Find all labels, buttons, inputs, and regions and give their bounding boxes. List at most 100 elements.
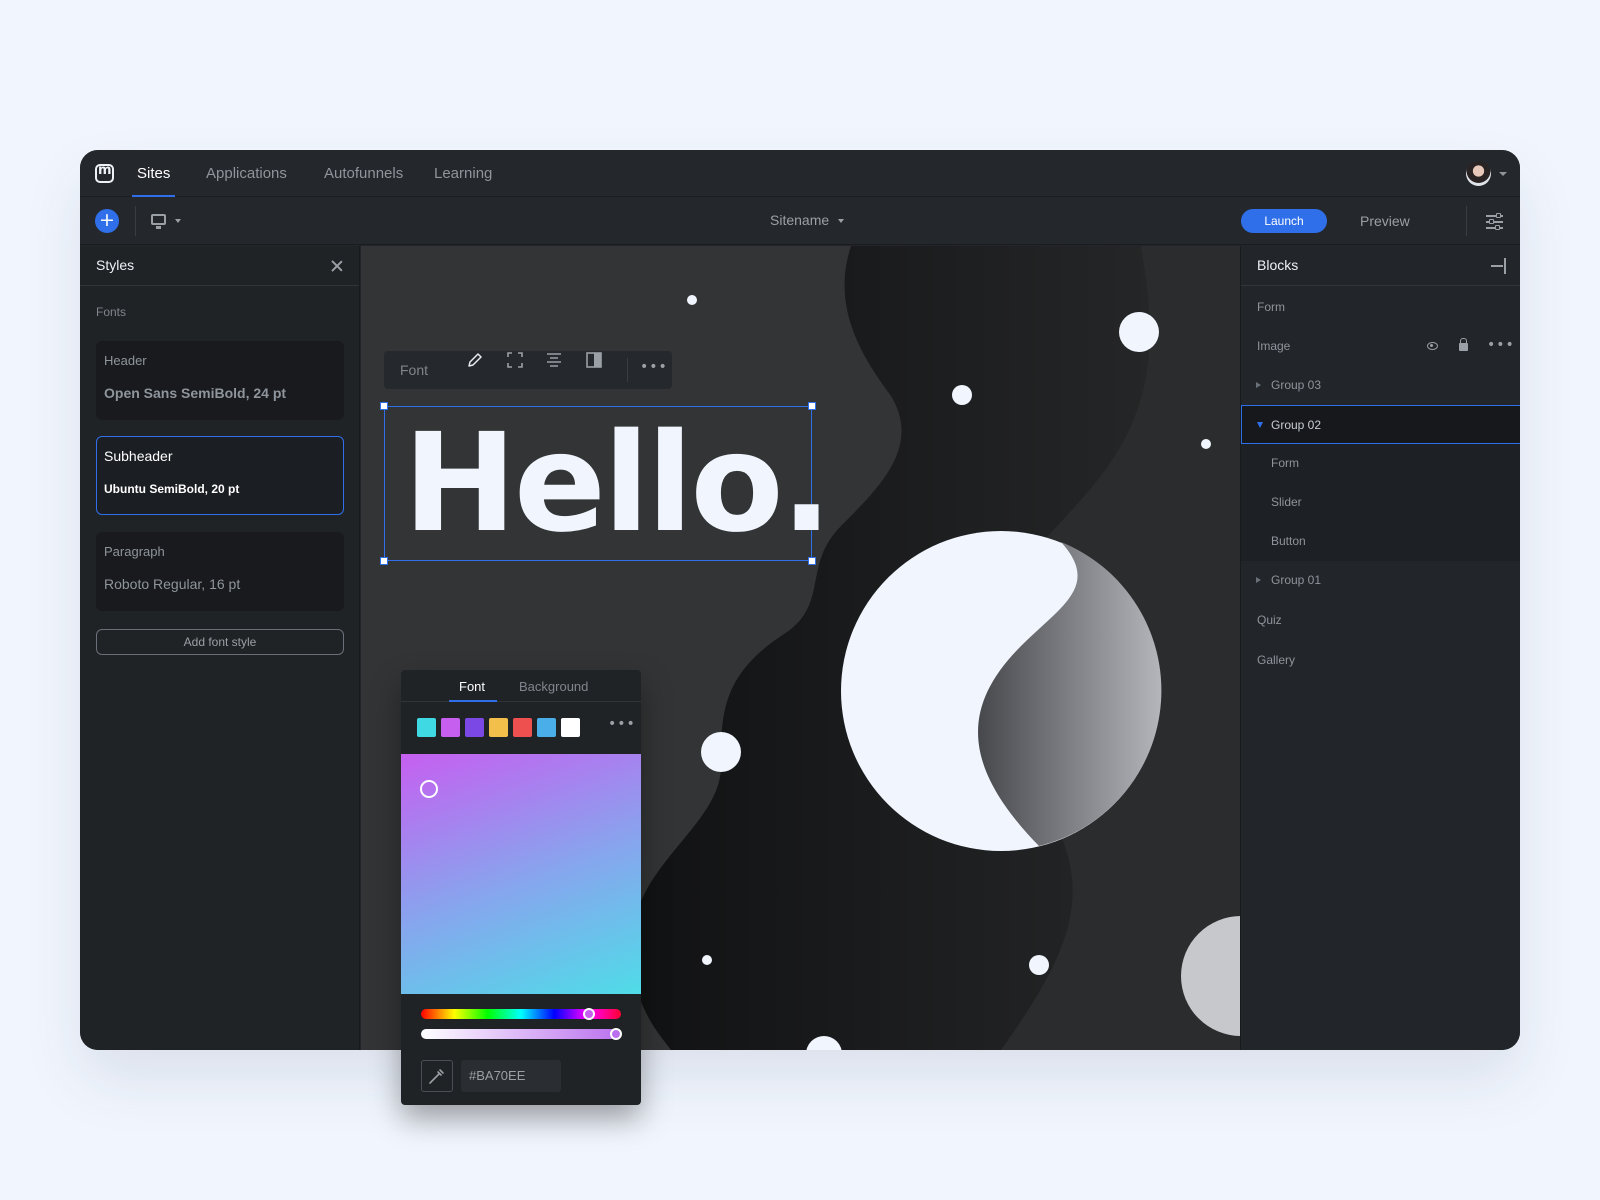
dot: [1119, 312, 1159, 352]
divider: [135, 206, 136, 236]
layer-item-group-01[interactable]: Group 01: [1241, 561, 1520, 600]
nav-tab-learning[interactable]: Learning: [434, 165, 492, 182]
panel-title: Blocks: [1257, 257, 1299, 273]
blocks-panel-header: Blocks: [1241, 246, 1520, 286]
dot: [702, 955, 712, 965]
hue-slider[interactable]: [421, 1008, 621, 1020]
desktop-icon[interactable]: [151, 214, 166, 229]
layer-item-form-child[interactable]: Form: [1241, 444, 1520, 483]
dot: [701, 732, 741, 772]
tab-active-indicator: [449, 700, 497, 702]
divider: [627, 358, 628, 382]
collapse-panel-icon[interactable]: [1491, 258, 1507, 274]
font-style-value: Open Sans SemiBold, 24 pt: [104, 385, 287, 401]
dot: [1029, 955, 1049, 975]
color-swatch[interactable]: [417, 718, 436, 737]
opacity-slider[interactable]: [421, 1028, 622, 1040]
align-center-icon[interactable]: [545, 351, 563, 369]
layer-item-button[interactable]: Button: [1241, 522, 1520, 561]
font-style-name: Header: [104, 353, 147, 368]
hello-heading[interactable]: Hello.: [403, 409, 832, 559]
color-swatch[interactable]: [441, 718, 460, 737]
chevron-right-icon[interactable]: [1256, 577, 1261, 583]
nav-tab-sites[interactable]: Sites: [137, 165, 170, 182]
styles-panel-header: Styles: [80, 246, 359, 286]
resize-handle[interactable]: [380, 557, 388, 565]
layer-item-form[interactable]: Form: [1241, 288, 1520, 327]
color-swatch[interactable]: [513, 718, 532, 737]
more-icon[interactable]: •••: [1487, 337, 1515, 353]
close-icon[interactable]: [330, 259, 344, 273]
blocks-panel: Blocks Form Image ••• Group 03 Group 02 …: [1240, 246, 1520, 1050]
layer-item-group-02[interactable]: Group 02: [1241, 405, 1520, 444]
eyedropper-button[interactable]: [421, 1060, 453, 1092]
layer-label: Form: [1257, 300, 1285, 314]
dot: [1201, 439, 1211, 449]
preview-button[interactable]: Preview: [1360, 213, 1410, 229]
pencil-icon[interactable]: [466, 351, 484, 369]
saturation-picker[interactable]: [401, 754, 641, 994]
styles-panel: Styles Fonts Header Open Sans SemiBold, …: [80, 246, 360, 1050]
color-picker-popover: Font Background ••• #BA70EE: [401, 670, 641, 1105]
layer-label: Form: [1271, 456, 1299, 470]
tab-background[interactable]: Background: [519, 679, 588, 694]
hex-color-input[interactable]: #BA70EE: [461, 1060, 561, 1092]
layer-item-group-03[interactable]: Group 03: [1241, 366, 1520, 405]
font-style-card-header[interactable]: Header Open Sans SemiBold, 24 pt: [96, 341, 344, 420]
avatar[interactable]: [1466, 161, 1491, 186]
logo-icon[interactable]: [95, 163, 114, 183]
nav-tab-autofunnels[interactable]: Autofunnels: [324, 165, 403, 182]
dot: [952, 385, 972, 405]
top-nav: Sites Applications Autofunnels Learning: [80, 150, 1520, 197]
layer-item-image[interactable]: Image •••: [1241, 327, 1520, 366]
columns-icon[interactable]: [585, 351, 603, 369]
chevron-down-icon[interactable]: [1499, 172, 1507, 176]
layer-label: Image: [1257, 339, 1291, 353]
font-style-card-subheader[interactable]: Subheader Ubuntu SemiBold, 20 pt: [96, 436, 344, 515]
chevron-down-icon[interactable]: [1257, 422, 1263, 428]
panel-title: Styles: [96, 257, 135, 273]
layer-label: Quiz: [1257, 613, 1282, 627]
more-icon[interactable]: •••: [640, 359, 668, 375]
section-label: Fonts: [96, 305, 127, 319]
font-style-name: Subheader: [104, 448, 173, 464]
chevron-down-icon[interactable]: [175, 219, 181, 223]
launch-button[interactable]: Launch: [1241, 209, 1327, 233]
add-button[interactable]: +: [95, 209, 119, 233]
font-style-value: Ubuntu SemiBold, 20 pt: [104, 482, 240, 496]
tab-font[interactable]: Font: [459, 679, 485, 694]
sitename-dropdown[interactable]: Sitename: [770, 212, 829, 228]
selected-text-element[interactable]: Hello.: [380, 402, 832, 565]
layer-item-quiz[interactable]: Quiz: [1241, 601, 1520, 640]
layer-label: Button: [1271, 534, 1306, 548]
chevron-down-icon[interactable]: [838, 219, 844, 223]
chevron-right-icon[interactable]: [1256, 382, 1261, 388]
nav-tab-applications[interactable]: Applications: [206, 165, 287, 182]
fullscreen-icon[interactable]: [506, 351, 524, 369]
color-swatch[interactable]: [561, 718, 580, 737]
eyedropper-icon: [429, 1069, 444, 1084]
layer-label: Group 02: [1271, 418, 1322, 432]
layer-item-gallery[interactable]: Gallery: [1241, 641, 1520, 680]
font-style-card-paragraph[interactable]: Paragraph Roboto Regular, 16 pt: [96, 532, 344, 611]
more-icon[interactable]: •••: [608, 716, 636, 732]
resize-handle[interactable]: [380, 402, 388, 410]
layer-label: Group 01: [1271, 573, 1322, 587]
settings-sliders-icon[interactable]: [1486, 212, 1503, 230]
layer-label: Gallery: [1257, 653, 1296, 667]
resize-handle[interactable]: [808, 557, 816, 565]
add-font-style-button[interactable]: Add font style: [96, 629, 344, 655]
lock-icon[interactable]: [1459, 338, 1468, 351]
font-style-name: Paragraph: [104, 544, 165, 559]
color-swatch[interactable]: [537, 718, 556, 737]
resize-handle[interactable]: [808, 402, 816, 410]
color-swatch[interactable]: [465, 718, 484, 737]
eye-icon[interactable]: [1427, 342, 1438, 350]
app-window: Sites Applications Autofunnels Learning …: [80, 150, 1520, 1050]
color-cursor[interactable]: [420, 780, 438, 798]
opacity-slider-knob[interactable]: [610, 1028, 622, 1040]
layer-item-slider[interactable]: Slider: [1241, 483, 1520, 522]
color-swatch[interactable]: [489, 718, 508, 737]
editor-toolbar: + Sitename Launch Preview: [80, 197, 1520, 245]
hue-slider-knob[interactable]: [583, 1008, 595, 1020]
